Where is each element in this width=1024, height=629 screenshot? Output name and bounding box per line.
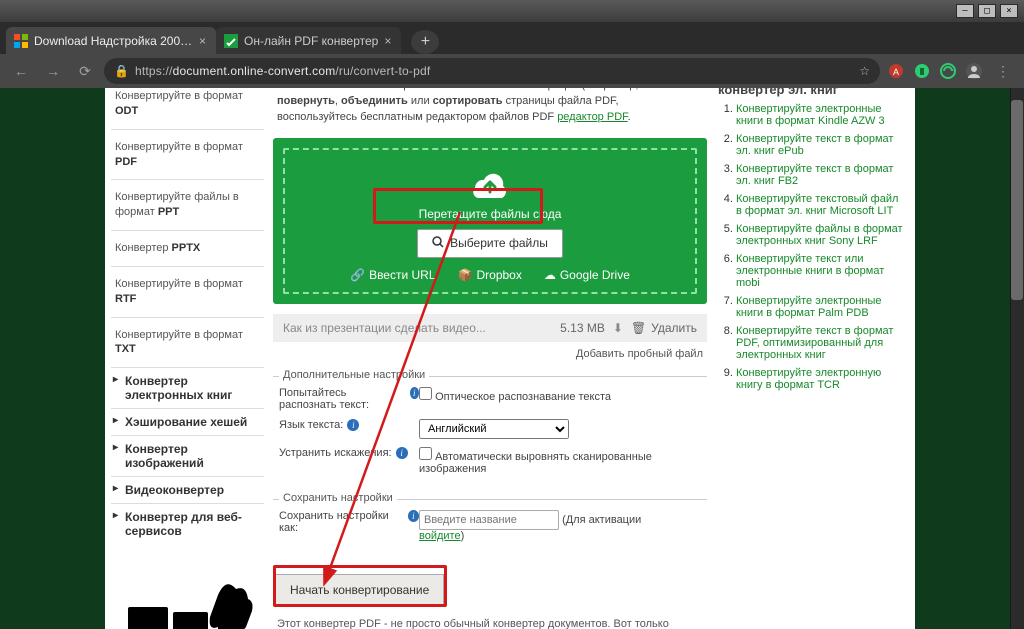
- extension-icon[interactable]: [938, 61, 958, 81]
- uploaded-file-bar: Как из презентации сделать видео... 5.13…: [273, 314, 707, 342]
- side-list-item: Конвертируйте файлы в формат электронных…: [736, 223, 907, 247]
- side-list-item: Конвертируйте текст в формат PDF, оптими…: [736, 325, 907, 361]
- new-tab-button[interactable]: +: [411, 30, 439, 54]
- add-trial-file-link[interactable]: Добавить пробный файл: [576, 348, 703, 360]
- sidebar-format-link[interactable]: Конвертируйте в формат TXT: [111, 326, 264, 360]
- gdrive-link[interactable]: ☁ Google Drive: [544, 268, 630, 282]
- browser-tabbar: Download Надстройка 2007 Mic × Он-лайн P…: [0, 22, 1024, 54]
- start-convert-button[interactable]: Начать конвертирование: [275, 574, 444, 606]
- sidebar-right: конвертер эл. книг Конвертируйте электро…: [710, 88, 915, 629]
- dropzone-hint: Перетащите файлы сюда: [293, 207, 687, 221]
- url-box[interactable]: 🔒 https://document.online-convert.com/ru…: [104, 58, 880, 84]
- page-content: Конвертируйте в формат ODT Конвертируйте…: [105, 88, 915, 629]
- ebook-converter-list: Конвертируйте электронные книги в формат…: [718, 103, 907, 391]
- side-list-item: Конвертируйте электронную книгу в формат…: [736, 367, 907, 391]
- cloud-upload-icon: [293, 164, 687, 203]
- trash-icon: 🗑: [631, 321, 646, 335]
- preset-name-input[interactable]: [419, 510, 559, 530]
- side-title: конвертер эл. книг: [718, 88, 907, 103]
- dropbox-link[interactable]: 📦 Dropbox: [458, 268, 522, 282]
- nav-forward-icon[interactable]: →: [40, 58, 66, 84]
- language-label: Язык текста:: [279, 419, 343, 431]
- dropzone-sources: 🔗 Ввести URL 📦 Dropbox ☁ Google Drive: [293, 268, 687, 282]
- intro-paragraph: текста. Если вы хотите провести более сл…: [273, 88, 707, 132]
- advanced-settings-fieldset: Дополнительные настройки Попытайтесь рас…: [273, 376, 707, 489]
- save-settings-fieldset: Сохранить настройки Сохранить настройки …: [273, 499, 707, 556]
- save-as-label: Сохранить настройки как:: [279, 510, 404, 534]
- ocr-checkbox[interactable]: [419, 387, 432, 400]
- tab-title: Download Надстройка 2007 Mic: [34, 34, 193, 48]
- scrollbar-thumb[interactable]: [1011, 100, 1023, 300]
- language-select[interactable]: Английский: [419, 419, 569, 439]
- window-close-button[interactable]: ×: [1000, 4, 1018, 18]
- info-icon[interactable]: i: [408, 510, 419, 522]
- side-list-item: Конвертируйте электронные книги в формат…: [736, 103, 907, 127]
- sidebar-category[interactable]: Конвертер для веб-сервисов: [111, 503, 264, 544]
- svg-text:A: A: [893, 67, 899, 77]
- info-icon[interactable]: i: [410, 387, 419, 399]
- sidebar-category[interactable]: Хэширование хешей: [111, 408, 264, 435]
- star-icon[interactable]: ☆: [859, 64, 870, 78]
- ocr-label: Попытайтесь распознать текст:: [279, 387, 406, 411]
- side-list-item: Конвертируйте текстовый файл в формат эл…: [736, 193, 907, 217]
- favicon-ms: [14, 34, 28, 48]
- sidebar-category[interactable]: Конвертер изображений: [111, 435, 264, 476]
- nav-reload-icon[interactable]: ⟳: [72, 58, 98, 84]
- fieldset-legend: Дополнительные настройки: [279, 369, 429, 381]
- tab-close-icon[interactable]: ×: [199, 34, 206, 48]
- window-minimize-button[interactable]: —: [956, 4, 974, 18]
- sidebar-format-link[interactable]: Конвертируйте в формат RTF: [111, 275, 264, 309]
- footer-paragraph: Этот конвертер PDF - не просто обычный к…: [273, 612, 707, 629]
- sidebar-format-link[interactable]: Конвертируйте в формат PDF: [111, 138, 264, 172]
- sidebar-category[interactable]: Конвертер электронных книг: [111, 367, 264, 408]
- url-text: https://document.online-convert.com/ru/c…: [135, 64, 853, 78]
- sidebar-format-link[interactable]: Конвертер PPTX: [111, 239, 264, 258]
- uploaded-filename: Как из презентации сделать видео...: [283, 321, 552, 335]
- extension-icon[interactable]: [912, 61, 932, 81]
- main-column: текста. Если вы хотите провести более сл…: [270, 88, 710, 629]
- browser-tab[interactable]: Download Надстройка 2007 Mic ×: [6, 27, 216, 54]
- window-maximize-button[interactable]: □: [978, 4, 996, 18]
- file-dropzone[interactable]: Перетащите файлы сюда Выберите файлы 🔗 В…: [273, 138, 707, 304]
- tab-close-icon[interactable]: ×: [384, 34, 391, 48]
- extension-icon[interactable]: A: [886, 61, 906, 81]
- deskew-checkbox[interactable]: [419, 447, 432, 460]
- browser-address-bar: ← → ⟳ 🔒 https://document.online-convert.…: [0, 54, 1024, 88]
- uploaded-filesize: 5.13 MB: [560, 321, 605, 335]
- viewport-scrollbar[interactable]: [1010, 88, 1024, 629]
- page-viewport: Конвертируйте в формат ODT Конвертируйте…: [0, 88, 1024, 629]
- fieldset-legend: Сохранить настройки: [279, 492, 397, 504]
- search-icon: [432, 236, 444, 251]
- info-icon[interactable]: i: [347, 419, 359, 431]
- window-titlebar: — □ ×: [0, 0, 1024, 22]
- side-list-item: Конвертируйте текст в формат эл. книг FB…: [736, 163, 907, 187]
- login-link[interactable]: войдите: [419, 530, 461, 542]
- download-icon[interactable]: ⬇: [613, 321, 623, 335]
- side-list-item: Конвертируйте текст или электронные книг…: [736, 253, 907, 289]
- lock-icon: 🔒: [114, 64, 129, 78]
- nav-back-icon[interactable]: ←: [8, 58, 34, 84]
- info-icon[interactable]: i: [396, 447, 408, 459]
- tab-title: Он-лайн PDF конвертер: [244, 34, 378, 48]
- browser-menu-icon[interactable]: ⋮: [990, 58, 1016, 84]
- profile-avatar-icon[interactable]: [964, 61, 984, 81]
- side-list-item: Конвертируйте текст в формат эл. книг eP…: [736, 133, 907, 157]
- favicon-oc: [224, 34, 238, 48]
- side-list-item: Конвертируйте электронные книги в формат…: [736, 295, 907, 319]
- deskew-label: Устранить искажения:: [279, 447, 392, 459]
- sidebar-format-link[interactable]: Конвертируйте в формат ODT: [111, 88, 264, 121]
- delete-file-button[interactable]: 🗑Удалить: [631, 321, 697, 335]
- activation-hint: (Для активации: [562, 514, 641, 526]
- ocr-checkbox-label: Оптическое распознавание текста: [435, 391, 611, 403]
- silhouette-illustration: [111, 562, 264, 629]
- enter-url-link[interactable]: 🔗 Ввести URL: [350, 268, 435, 282]
- choose-files-button[interactable]: Выберите файлы: [417, 229, 563, 258]
- sidebar-category[interactable]: Видеоконвертер: [111, 476, 264, 503]
- sidebar-left: Конвертируйте в формат ODT Конвертируйте…: [105, 88, 270, 629]
- browser-tab[interactable]: Он-лайн PDF конвертер ×: [216, 27, 401, 54]
- pdf-editor-link[interactable]: редактор PDF: [557, 111, 627, 123]
- deskew-checkbox-label: Автоматически выровнять сканированные из…: [419, 451, 652, 475]
- sidebar-format-link[interactable]: Конвертируйте файлы в формат PPT: [111, 188, 264, 222]
